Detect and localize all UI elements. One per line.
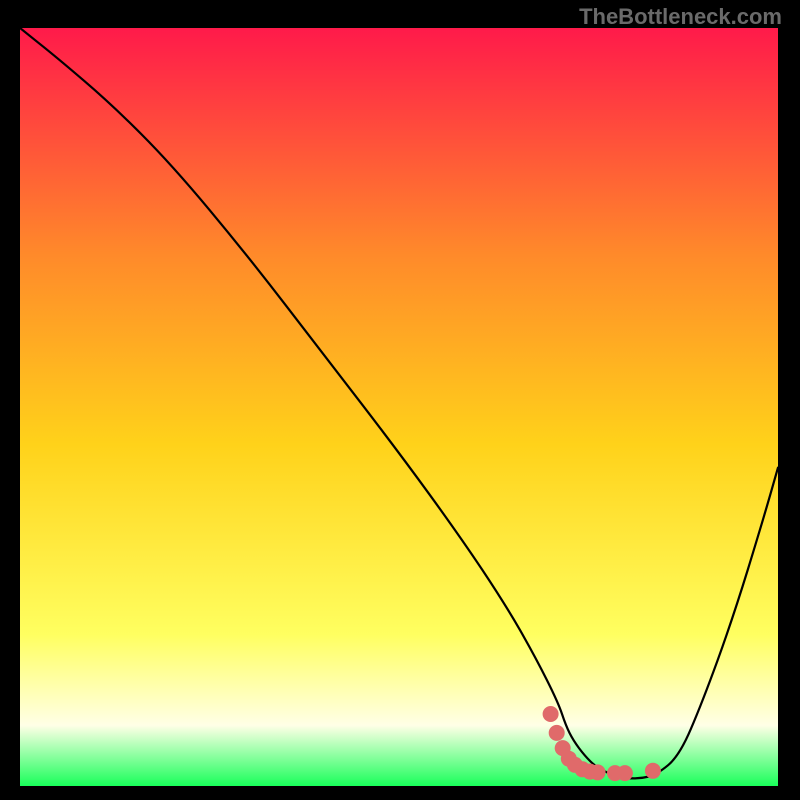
bottleneck-chart (20, 28, 778, 786)
watermark-text: TheBottleneck.com (579, 4, 782, 30)
data-marker (617, 765, 633, 781)
data-marker (543, 706, 559, 722)
gradient-background (20, 28, 778, 786)
data-marker (549, 725, 565, 741)
data-marker (645, 763, 661, 779)
chart-container (20, 28, 778, 786)
data-marker (590, 764, 606, 780)
